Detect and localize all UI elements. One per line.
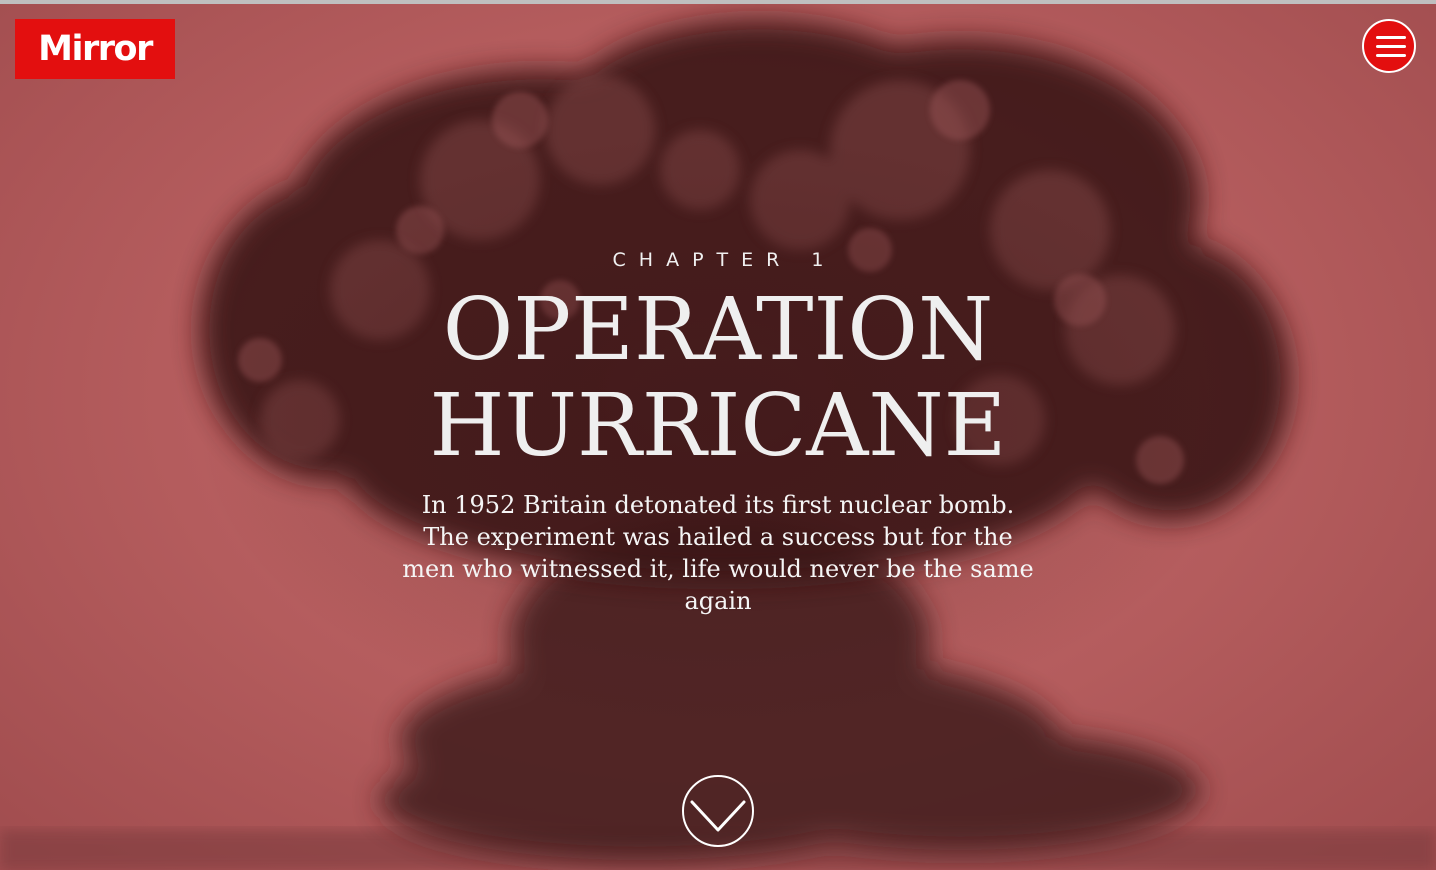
- hamburger-menu-icon[interactable]: [1362, 19, 1416, 73]
- scroll-down-button[interactable]: [682, 775, 754, 847]
- menu-bar: [1376, 45, 1406, 48]
- chapter-kicker: CHAPTER 1: [612, 249, 837, 271]
- mirror-logo[interactable]: Mirror: [15, 19, 175, 79]
- standfirst: In 1952 Britain detonated its first nucl…: [402, 491, 1034, 615]
- chevron-down-icon: [690, 800, 746, 832]
- title-line-1: OPERATION: [442, 280, 994, 380]
- menu-bar: [1376, 54, 1406, 57]
- hero-section: Mirror CHAPTER 1 OPERATION HURRICANE In …: [0, 0, 1436, 870]
- title-line-2: HURRICANE: [429, 376, 1007, 476]
- top-border: [0, 0, 1436, 4]
- menu-bar: [1376, 36, 1406, 39]
- page-title: OPERATION HURRICANE: [0, 282, 1436, 474]
